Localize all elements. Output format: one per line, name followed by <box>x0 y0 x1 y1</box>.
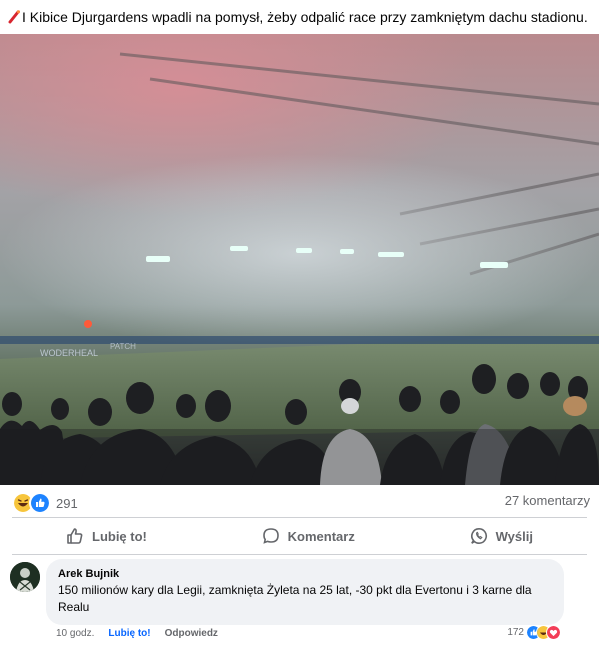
comment-reply-button[interactable]: Odpowiedz <box>165 628 218 639</box>
comment-meta: 10 godz. Lubię to! Odpowiedz <box>56 628 218 639</box>
comment-text: 150 milionów kary dla Legii, zamknięta Ż… <box>58 583 532 614</box>
avatar-image <box>10 562 40 592</box>
comment-reactions[interactable]: 172 <box>507 625 561 640</box>
send-label: Wyślij <box>495 528 533 544</box>
like-emoji <box>29 492 51 514</box>
comment-reaction-count: 172 <box>507 627 524 638</box>
avatar[interactable] <box>10 562 40 592</box>
like-label: Lubię to! <box>92 528 147 544</box>
reaction-count: 291 <box>56 495 78 511</box>
post-photo[interactable]: WODERHEAL PATCH <box>0 34 599 485</box>
ad-board-text-2: PATCH <box>110 342 136 351</box>
flare-icon <box>8 10 20 24</box>
comment-author[interactable]: Arek Bujnik <box>58 567 552 581</box>
comment-like-button[interactable]: Lubię to! <box>108 628 150 639</box>
stadium-photo: WODERHEAL PATCH <box>0 34 599 485</box>
ad-board-text: WODERHEAL <box>40 348 98 358</box>
divider <box>12 517 587 518</box>
comment: Arek Bujnik 150 milionów kary dla Legii,… <box>0 555 599 647</box>
thumbs-up-icon <box>67 528 83 544</box>
whatsapp-icon <box>470 527 487 544</box>
like-button[interactable]: Lubię to! <box>66 519 147 553</box>
post-stats: 291 27 komentarzy <box>0 485 599 517</box>
comment-bubble-icon <box>262 528 279 544</box>
comments-count[interactable]: 27 komentarzy <box>505 493 590 508</box>
post-actions: Lubię to! Komentarz Wyślij <box>0 519 599 553</box>
comment-bubble: Arek Bujnik 150 milionów kary dla Legii,… <box>46 559 564 625</box>
comment-button[interactable]: Komentarz <box>262 519 355 553</box>
comment-time[interactable]: 10 godz. <box>56 628 94 639</box>
post-reactions[interactable]: 291 <box>12 492 78 514</box>
send-button[interactable]: Wyślij <box>470 519 533 553</box>
post-caption-text: I Kibice Djurgardens wpadli na pomysł, ż… <box>22 9 588 25</box>
love-emoji <box>546 625 561 640</box>
comment-label: Komentarz <box>287 528 355 544</box>
post-caption: I Kibice Djurgardens wpadli na pomysł, ż… <box>0 0 599 34</box>
